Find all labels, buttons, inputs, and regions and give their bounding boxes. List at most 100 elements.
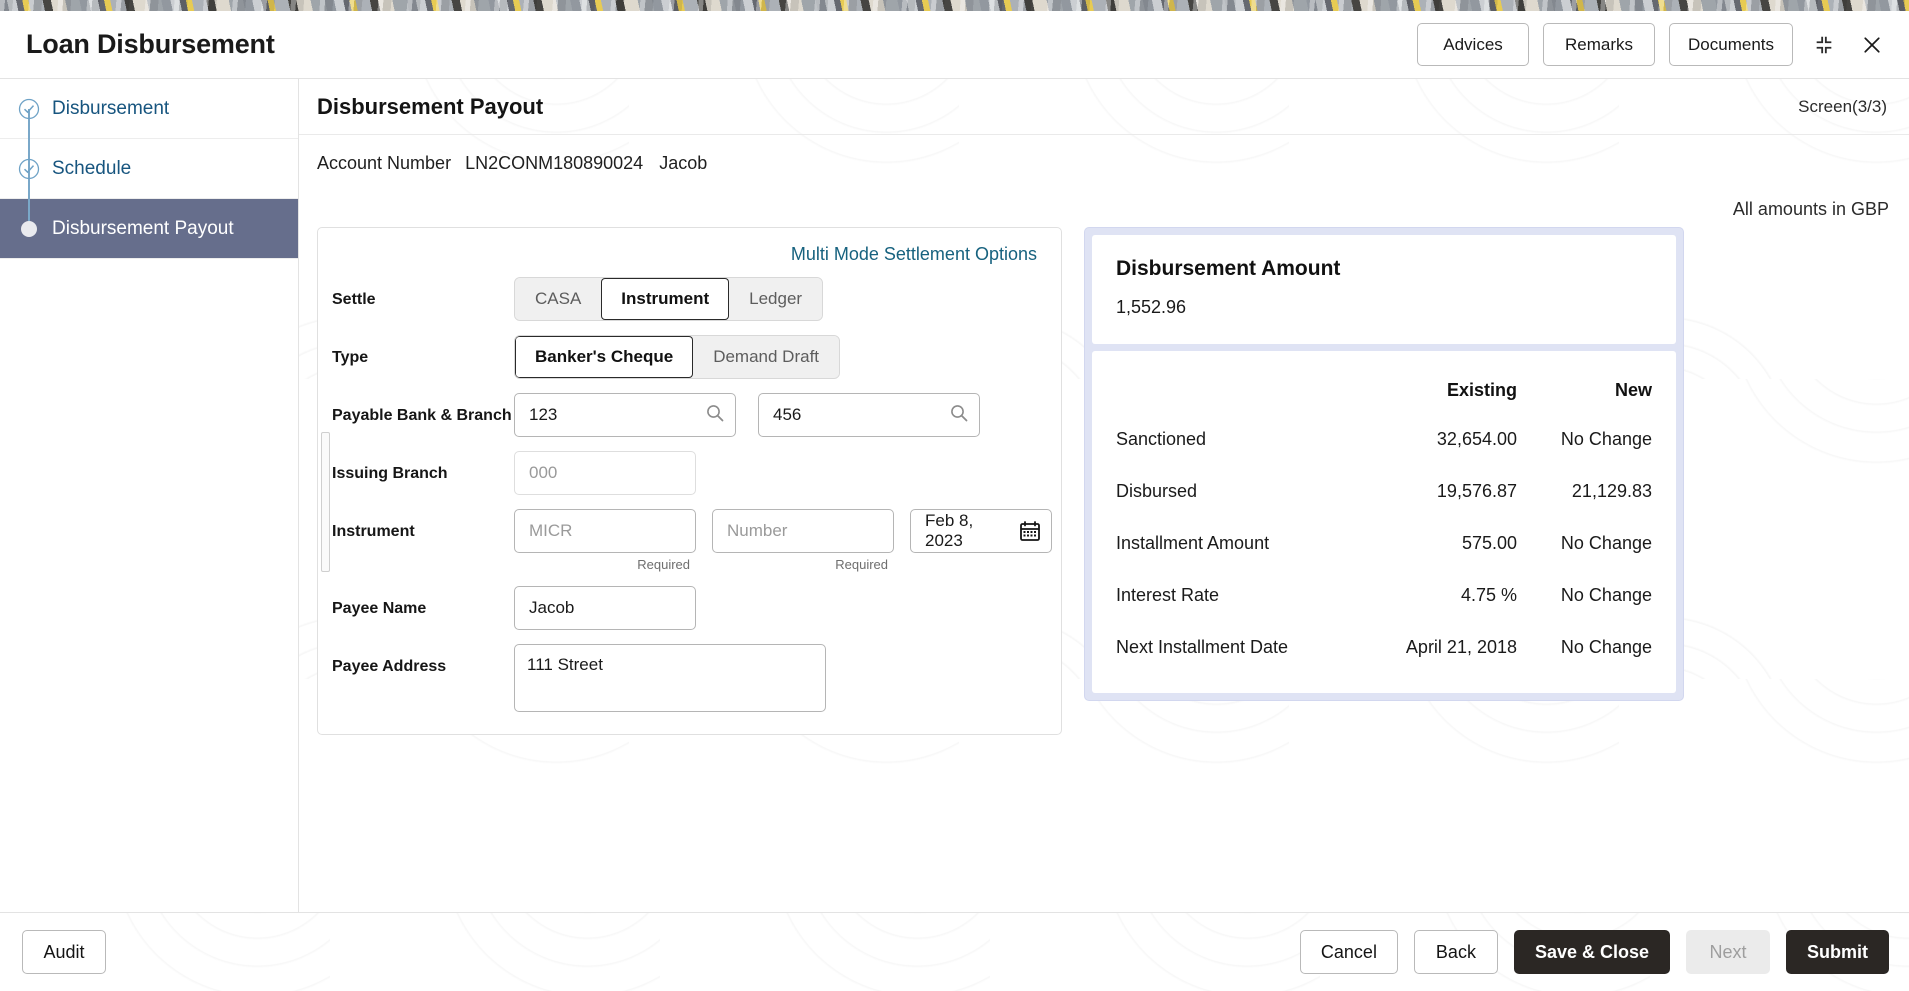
type-option-demand-draft[interactable]: Demand Draft [693,336,840,378]
row-new: No Change [1560,636,1652,657]
form-scrollbar-thumb[interactable] [321,432,330,572]
row-existing: 32,654.00 [1436,428,1517,449]
payout-form-card: Multi Mode Settlement Options Settle CAS… [317,227,1062,735]
main-content: Disbursement Payout Screen(3/3) Account … [299,79,1909,912]
instrument-date-value: Feb 8, 2023 [925,511,974,550]
instrument-micr-helper: Required [637,557,690,572]
window-title: Loan Disbursement [26,29,275,59]
row-new: No Change [1560,584,1652,605]
row-existing: 575.00 [1461,532,1517,553]
payable-bank-value: 123 [529,405,558,424]
disbursement-amount-value: 1,552.96 [1116,297,1187,317]
instrument-number-input[interactable]: Number [712,509,894,553]
footer-bar: Audit Cancel Back Save & Close Next Subm… [0,912,1909,991]
row-label: Next Installment Date [1116,636,1289,657]
table-row: Installment Amount 575.00 No Change [1116,517,1652,569]
account-number-value: LN2CONM180890024 [465,152,644,173]
screen-counter: Screen(3/3) [1798,96,1887,116]
search-icon[interactable] [949,403,969,428]
table-row: Interest Rate 4.75 % No Change [1116,569,1652,621]
instrument-label: Instrument [332,523,415,540]
summary-table-header: Existing New [1116,367,1652,413]
next-button: Next [1686,930,1770,974]
advices-button[interactable]: Advices [1417,23,1530,66]
multi-mode-settlement-options-link[interactable]: Multi Mode Settlement Options [332,240,1043,277]
sidebar-item-schedule[interactable]: Schedule [0,139,298,229]
disbursement-amount-title: Disbursement Amount [1116,257,1341,280]
issuing-branch-row: Issuing Branch 000 [332,451,1043,495]
type-segmented-control: Banker's Cheque Demand Draft [514,335,841,379]
main-title-row: Disbursement Payout Screen(3/3) [299,79,1909,135]
summary-table: Existing New Sanctioned 32,654.00 No Cha… [1092,351,1676,693]
payee-name-input[interactable]: Jacob [514,586,696,630]
summary-col-existing: Existing [1446,379,1517,400]
payee-address-label: Payee Address [332,658,447,675]
payable-bank-branch-row: Payable Bank & Branch 123 456 [332,393,1043,437]
cancel-button[interactable]: Cancel [1299,930,1398,974]
sidebar-item-disbursement-payout[interactable]: Disbursement Payout [0,199,298,259]
collapse-icon[interactable] [1807,28,1841,62]
remarks-button[interactable]: Remarks [1543,23,1656,66]
settle-label: Settle [332,291,376,308]
payee-address-textarea[interactable]: 111 Street [514,644,826,712]
type-label: Type [332,349,369,366]
payee-name-label: Payee Name [332,600,427,617]
row-new: No Change [1560,428,1652,449]
instrument-number-placeholder: Number [727,521,788,540]
row-label: Sanctioned [1116,428,1207,449]
row-new: No Change [1560,532,1652,553]
row-new: 21,129.83 [1571,480,1652,501]
account-holder-name: Jacob [659,152,708,173]
form-scrollbar[interactable] [319,242,331,652]
payee-name-value: Jacob [529,598,575,617]
settle-option-instrument[interactable]: Instrument [601,278,730,320]
page-title: Disbursement Payout [317,93,544,119]
instrument-row: Instrument MICR Required Number Required [332,509,1052,572]
submit-button[interactable]: Submit [1786,930,1889,974]
table-row: Disbursed 19,576.87 21,129.83 [1116,465,1652,517]
row-existing: 4.75 % [1460,584,1517,605]
search-icon[interactable] [705,403,725,428]
row-label: Interest Rate [1116,584,1220,605]
currency-note: All amounts in GBP [1732,198,1889,219]
close-icon[interactable] [1855,28,1889,62]
sidebar-item-disbursement[interactable]: Disbursement [0,79,298,169]
instrument-date-input[interactable]: Feb 8, 2023 [910,509,1052,553]
sidebar-item-label: Disbursement Payout [52,217,234,239]
active-step-dot-icon [18,218,40,240]
audit-button[interactable]: Audit [22,930,106,974]
summary-col-new: New [1614,379,1652,400]
payable-bank-branch-label: Payable Bank & Branch [332,407,512,424]
issuing-branch-input[interactable]: 000 [514,451,696,495]
settle-option-ledger[interactable]: Ledger [729,278,823,320]
disbursement-amount-card: Disbursement Amount 1,552.96 [1092,235,1676,344]
payee-address-row: Payee Address 111 Street [332,644,1043,712]
row-label: Installment Amount [1116,532,1270,553]
footer-actions: Cancel Back Save & Close Next Submit [1299,930,1889,974]
check-circle-icon [18,158,40,180]
payee-name-row: Payee Name Jacob [332,586,1043,630]
back-button[interactable]: Back [1413,930,1498,974]
body-columns: Multi Mode Settlement Options Settle CAS… [299,227,1909,735]
instrument-number-helper: Required [835,557,888,572]
payable-bank-input[interactable]: 123 [514,393,736,437]
issuing-branch-placeholder: 000 [529,463,558,482]
row-label: Disbursed [1116,480,1198,501]
type-row: Type Banker's Cheque Demand Draft [332,335,1043,379]
decorative-top-strip-overlay [0,0,1909,11]
payable-branch-value: 456 [773,405,802,424]
calendar-icon[interactable] [1019,520,1041,542]
documents-button[interactable]: Documents [1669,23,1793,66]
save-and-close-button[interactable]: Save & Close [1513,930,1670,974]
sidebar-item-label: Schedule [52,157,132,179]
type-option-bankers-cheque[interactable]: Banker's Cheque [515,336,694,378]
instrument-micr-input[interactable]: MICR [514,509,696,553]
settle-option-casa[interactable]: CASA [515,278,602,320]
window-header: Loan Disbursement Advices Remarks Docume… [0,11,1909,79]
row-existing: 19,576.87 [1436,480,1517,501]
summary-panel: Disbursement Amount 1,552.96 Existing Ne… [1084,227,1684,701]
settle-segmented-control: CASA Instrument Ledger [514,277,824,321]
account-number-label: Account Number [317,152,452,173]
payable-branch-input[interactable]: 456 [758,393,980,437]
sidebar-item-label: Disbursement [52,97,170,119]
